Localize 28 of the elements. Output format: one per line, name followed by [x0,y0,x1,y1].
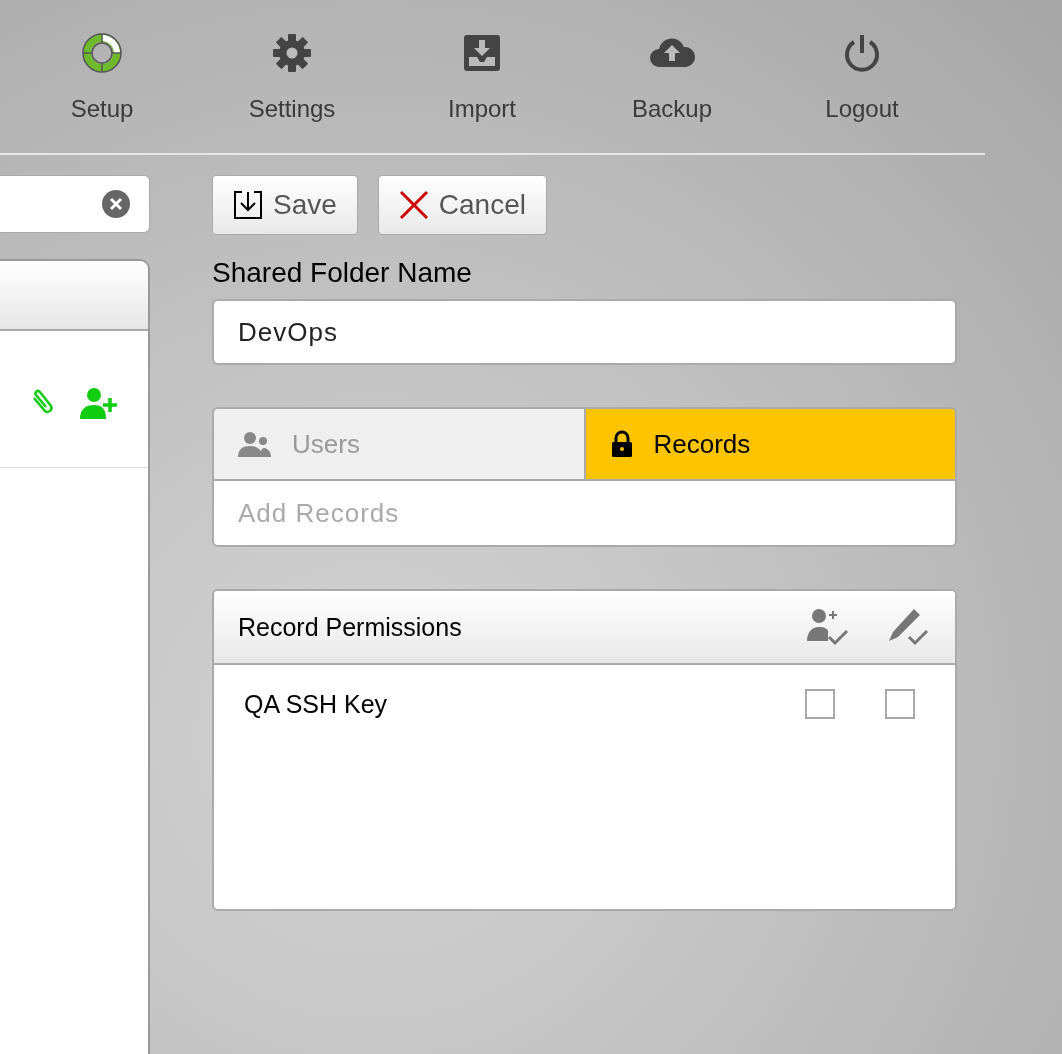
nav-label[interactable]: Setup [70,95,134,123]
settings-icon [272,33,312,73]
users-icon [238,429,272,459]
field-label: Shared Folder Name [212,257,473,289]
folder-name-field[interactable]: DevOps [212,299,957,365]
add-records-field[interactable]: Add Records [212,481,957,547]
panel-title: Record Permissions [238,612,463,642]
tab[interactable]: Records [583,409,955,479]
ring-icon [82,33,122,73]
lock-icon [609,429,634,459]
checkbox[interactable] [885,689,915,719]
nav-label[interactable]: Logout [825,95,899,123]
clear-icon[interactable] [101,189,131,219]
nav-label[interactable]: Settings [248,95,336,123]
nav-label[interactable]: Backup [631,95,713,123]
inbox-icon [462,33,502,73]
add-user-icon[interactable] [80,386,118,420]
nav-label[interactable]: Import [448,95,516,123]
cancel-button[interactable]: Cancel [377,175,547,235]
search-field[interactable] [0,175,150,233]
record-name: QA SSH Key [244,689,389,719]
save-button[interactable]: Save [212,175,358,235]
pencil-check-icon [887,607,931,647]
save-icon [233,190,263,220]
power-icon [842,33,882,73]
close-icon [398,190,429,220]
checkbox[interactable] [805,689,835,719]
user-check-icon [807,607,851,647]
